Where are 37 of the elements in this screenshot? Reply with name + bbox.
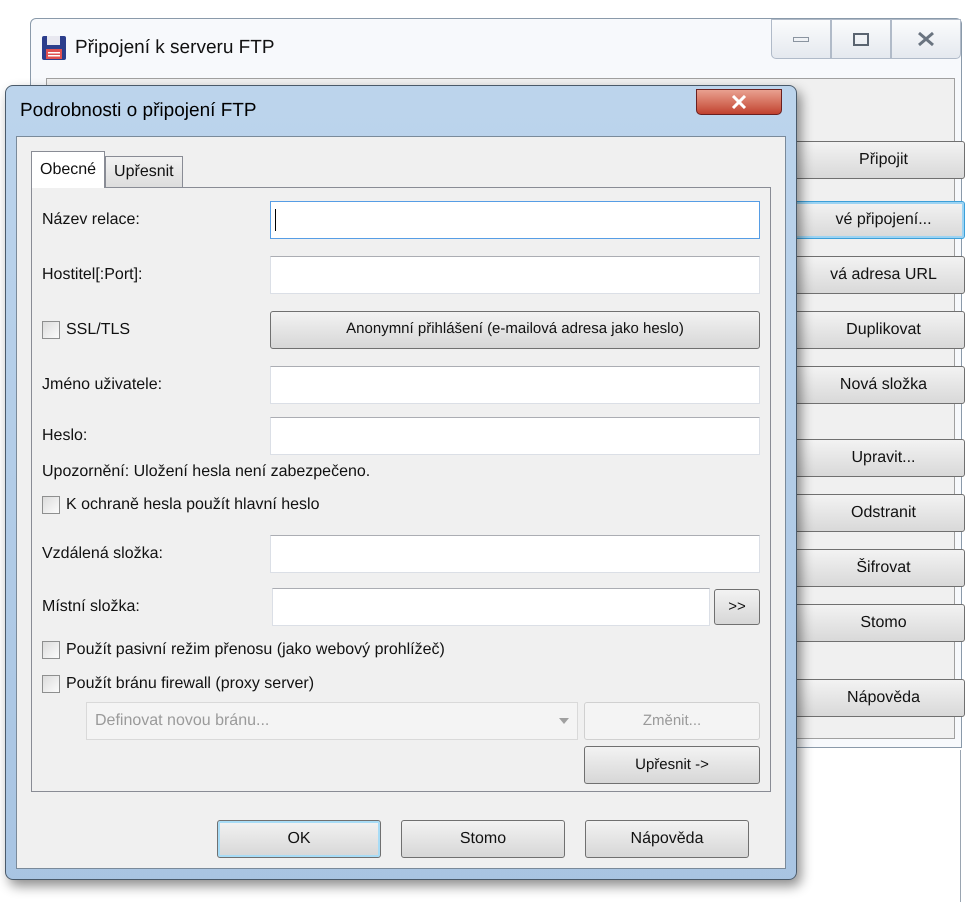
- anonymous-login-button[interactable]: Anonymní přihlášení (e-mailová adresa jako heslo): [270, 310, 760, 348]
- dialog-button[interactable]: Stomo: [401, 820, 565, 858]
- checkbox[interactable]: [42, 675, 60, 693]
- checkbox-label: Použít bránu firewall (proxy server): [66, 674, 314, 694]
- dialog-button[interactable]: OK: [217, 820, 381, 858]
- field-label: Název relace:: [42, 210, 141, 230]
- close-icon: [916, 31, 936, 47]
- close-button[interactable]: [696, 89, 782, 115]
- close-icon: [731, 95, 747, 109]
- window-title: Připojení k serveru FTP: [75, 36, 275, 60]
- text-field[interactable]: [270, 534, 760, 572]
- text-field[interactable]: [272, 588, 710, 626]
- dialog-button[interactable]: Nápověda: [585, 820, 749, 858]
- dialog-title: Podrobnosti o připojení FTP: [20, 98, 257, 123]
- field-label: Hostitel[:Port]:: [42, 264, 144, 284]
- tab[interactable]: Upřesnit: [105, 156, 183, 187]
- tab[interactable]: Obecné: [31, 151, 106, 188]
- maximize-button[interactable]: [831, 19, 891, 59]
- checkbox-label: Použít pasivní režim přenosu (jako webový prohlížeč): [66, 640, 445, 660]
- checkbox[interactable]: [42, 496, 60, 514]
- checkbox-label: K ochraně hesla použít hlavní heslo: [66, 495, 320, 515]
- field-label: Jméno uživatele:: [42, 374, 164, 394]
- field-label: Vzdálená složka:: [42, 544, 164, 564]
- checkbox[interactable]: [42, 320, 60, 338]
- checkbox[interactable]: [42, 641, 60, 659]
- text-field[interactable]: [270, 417, 760, 455]
- text-field[interactable]: [270, 200, 760, 238]
- text-caret: [275, 208, 276, 230]
- dropdown-arrow-icon: [559, 718, 569, 724]
- checkbox-label: SSL/TLS: [66, 320, 130, 340]
- field-label: Heslo:: [42, 426, 88, 446]
- browse-button[interactable]: >>: [714, 589, 760, 625]
- text-field[interactable]: [270, 366, 760, 404]
- text-field[interactable]: [270, 256, 760, 294]
- advanced-button[interactable]: Upřesnit ->: [584, 746, 760, 784]
- warning-text: Upozornění: Uložení hesla není zabezpečeno.: [42, 462, 370, 482]
- field-label: Místní složka:: [42, 597, 141, 617]
